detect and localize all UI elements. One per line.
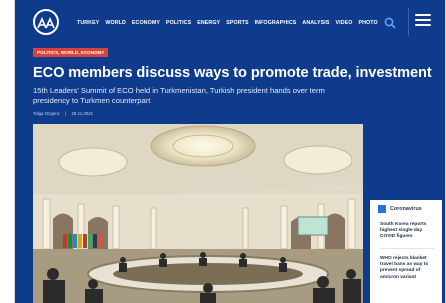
article-headline: ECO members discuss ways to promote trad…: [33, 65, 432, 81]
sidebar-section-title[interactable]: Coronavirus: [390, 206, 422, 212]
nav-item-sports[interactable]: SPORTS: [226, 17, 248, 29]
aa-logo-icon[interactable]: [33, 9, 59, 35]
nav-item-infographics[interactable]: INFOGRAPHICS: [255, 17, 297, 29]
top-navigation-bar: TURKEY WORLD ECONOMY POLITICS ENERGY SPO…: [15, 0, 445, 44]
nav-item-turkey[interactable]: TURKEY: [77, 17, 99, 29]
article-byline: Tolga Ozgenc | 28.11.2021: [33, 110, 93, 118]
main-nav: TURKEY WORLD ECONOMY POLITICS ENERGY SPO…: [77, 17, 378, 29]
nav-item-world[interactable]: WORLD: [105, 17, 126, 29]
nav-item-economy[interactable]: ECONOMY: [132, 17, 160, 29]
nav-item-politics[interactable]: POLITICS: [166, 17, 191, 29]
nav-item-energy[interactable]: ENERGY: [197, 17, 220, 29]
summit-photo[interactable]: [33, 124, 363, 303]
sidebar-news-item[interactable]: WHO rejects blanket travel bans as way t…: [380, 256, 434, 281]
sidebar-news-item[interactable]: South Korea reports highest single-day C…: [380, 222, 434, 241]
article-subhead: 15th Leaders' Summit of ECO held in Turk…: [33, 86, 325, 105]
section-marker-icon: [378, 205, 386, 213]
search-icon[interactable]: [384, 16, 396, 29]
sidebar-divider: [380, 248, 434, 249]
hamburger-menu-icon[interactable]: [415, 14, 431, 28]
nav-item-analysis[interactable]: ANALYSIS: [302, 17, 329, 29]
nav-divider: [408, 8, 409, 36]
author-name[interactable]: Tolga Ozgenc: [33, 111, 60, 116]
page-frame: TURKEY WORLD ECONOMY POLITICS ENERGY SPO…: [14, 0, 446, 303]
byline-separator: |: [65, 111, 67, 116]
sidebar-header: Coronavirus: [378, 205, 422, 213]
coronavirus-sidebar: Coronavirus South Korea reports highest …: [370, 200, 442, 303]
category-badge[interactable]: POLITICS, WORLD, ECONOMY: [33, 48, 109, 57]
publish-date: 28.11.2021: [71, 111, 94, 116]
nav-item-video[interactable]: VIDEO: [336, 17, 353, 29]
nav-item-photo[interactable]: PHOTO: [359, 17, 378, 29]
